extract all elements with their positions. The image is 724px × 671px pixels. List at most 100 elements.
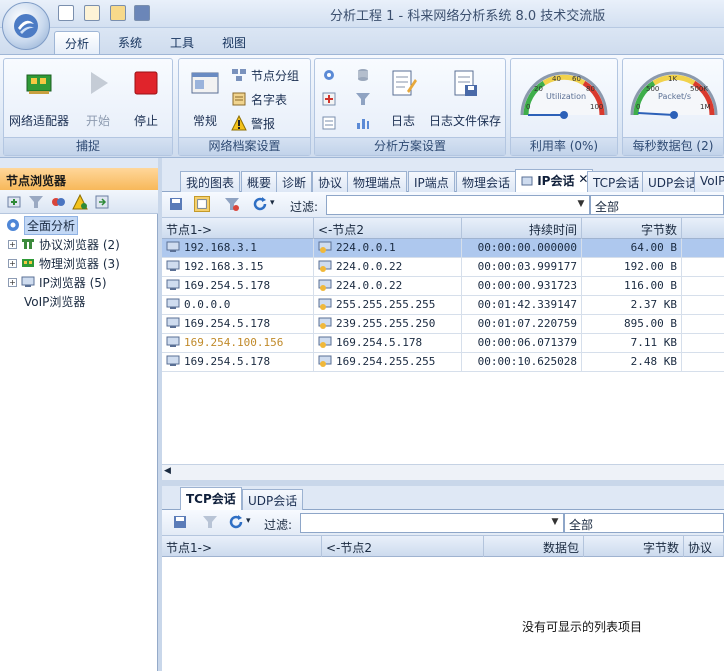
column-header-node2[interactable]: <-节点2 bbox=[322, 536, 484, 557]
column-header-node1[interactable]: 节点1-> bbox=[162, 536, 322, 557]
table-row[interactable]: 0.0.0.0 255.255.255.255 00:01:42.339147 2.3… bbox=[162, 296, 724, 315]
tab-ip-session[interactable]: IP会话 ✕ bbox=[515, 169, 594, 193]
save-view-icon[interactable] bbox=[168, 196, 184, 212]
lower-filter-input[interactable] bbox=[300, 513, 564, 533]
log-save-button[interactable]: 日志文件保存 bbox=[425, 63, 505, 129]
app-menu-button[interactable] bbox=[2, 2, 50, 50]
start-capture-button[interactable]: 开始 bbox=[76, 63, 120, 129]
tab-ip-endpoint[interactable]: IP端点 bbox=[408, 171, 455, 192]
chart-settings-icon[interactable] bbox=[355, 115, 371, 131]
multicast-icon bbox=[318, 298, 332, 310]
log-button[interactable]: 日志 bbox=[385, 63, 421, 129]
tree-item-ip-browser[interactable]: + IP浏览器 (5) bbox=[8, 273, 107, 291]
alert-node-icon[interactable] bbox=[72, 194, 88, 210]
new-file-icon[interactable] bbox=[58, 5, 74, 21]
table-row[interactable]: 169.254.5.178 169.254.255.255 00:00:10.625… bbox=[162, 353, 724, 372]
tab-my-charts[interactable]: 我的图表 bbox=[180, 171, 241, 192]
host-icon bbox=[166, 241, 180, 252]
expand-icon[interactable]: + bbox=[8, 239, 17, 249]
filter-input[interactable] bbox=[326, 195, 590, 215]
name-table-button[interactable]: 名字表 bbox=[231, 89, 287, 109]
tree-item-protocol-browser[interactable]: + 协议浏览器 (2) bbox=[8, 235, 120, 253]
alarm-button[interactable]: 警报 bbox=[231, 113, 275, 133]
expand-icon[interactable]: + bbox=[8, 277, 17, 287]
network-adapter-button[interactable]: 网络适配器 bbox=[7, 63, 71, 129]
cell-node2: 224.0.0.1 bbox=[314, 239, 462, 258]
lower-filter-dropdown-icon[interactable]: ▼ bbox=[548, 513, 562, 533]
refresh-dropdown-icon[interactable]: ▾ bbox=[246, 516, 251, 526]
capture-group: 网络适配器 开始 停止 捕捉 bbox=[3, 58, 173, 156]
tab-physical-session[interactable]: 物理会话 bbox=[456, 171, 517, 192]
add-scheme-icon[interactable] bbox=[321, 91, 337, 107]
column-header-packets[interactable]: 数据包 bbox=[484, 536, 584, 557]
lower-scope-select[interactable]: 全部 bbox=[564, 513, 724, 533]
filter-dropdown-icon[interactable]: ▼ bbox=[574, 195, 588, 215]
scroll-left-icon[interactable]: ◀ bbox=[164, 466, 171, 476]
scope-select[interactable]: 全部 bbox=[590, 195, 724, 215]
tab-physical-endpoint[interactable]: 物理端点 bbox=[347, 171, 408, 192]
filter-settings-icon[interactable] bbox=[224, 196, 240, 212]
table-row[interactable]: 192.168.3.15 224.0.0.22 00:00:03.999177 192… bbox=[162, 258, 724, 277]
filter-settings-icon[interactable] bbox=[202, 514, 218, 530]
column-header-node1[interactable]: 节点1-> bbox=[162, 218, 314, 239]
host-icon bbox=[166, 298, 180, 309]
stop-capture-button[interactable]: 停止 bbox=[124, 63, 168, 129]
column-header-duration[interactable]: 持续时间 bbox=[462, 218, 582, 239]
packets-tick-0: 0 bbox=[636, 103, 640, 111]
warning-icon bbox=[231, 115, 247, 131]
refresh-dropdown-icon[interactable]: ▾ bbox=[270, 198, 275, 208]
column-header-protocol[interactable]: 协议 bbox=[684, 536, 724, 557]
scheme-list-icon[interactable] bbox=[321, 115, 337, 131]
table-row[interactable]: 192.168.3.1 224.0.0.1 00:00:00.000000 64.00… bbox=[162, 239, 724, 258]
tab-summary[interactable]: 概要 bbox=[241, 171, 278, 192]
tree-item-physical-browser[interactable]: + 物理浏览器 (3) bbox=[8, 254, 120, 272]
utilization-gauge-title: Utilization bbox=[546, 92, 586, 101]
column-header-bytes[interactable]: 字节数 bbox=[584, 536, 684, 557]
cell-node1: 169.254.5.178 bbox=[162, 277, 314, 296]
tab-diagnosis[interactable]: 诊断 bbox=[276, 171, 313, 192]
filter-node-icon[interactable] bbox=[28, 194, 44, 210]
lower-tab-bar: TCP会话 UDP会话 bbox=[162, 486, 724, 511]
display-options-icon[interactable] bbox=[194, 196, 210, 212]
node-group-button[interactable]: 节点分组 bbox=[231, 65, 299, 85]
lower-tab-tcp-session[interactable]: TCP会话 bbox=[180, 487, 242, 511]
save-view-icon[interactable] bbox=[172, 514, 188, 530]
table-row[interactable]: 169.254.5.178 239.255.255.250 00:01:07.220… bbox=[162, 315, 724, 334]
ip-browser-icon bbox=[21, 276, 35, 287]
normal-settings-button[interactable]: 常规 bbox=[183, 63, 227, 129]
open-file-icon[interactable] bbox=[84, 5, 100, 21]
refresh-icon[interactable] bbox=[228, 514, 244, 530]
tab-protocol[interactable]: 协议 bbox=[312, 171, 349, 192]
table-row[interactable]: 169.254.100.156 169.254.5.178 00:00:06.071… bbox=[162, 334, 724, 353]
window-title: 分析工程 1 - 科来网络分析系统 8.0 技术交流版 bbox=[330, 9, 606, 24]
lower-tab-udp-session[interactable]: UDP会话 bbox=[242, 489, 304, 510]
column-header-bytes[interactable]: 字节数 bbox=[582, 218, 682, 239]
tree-item-voip-browser[interactable]: VoIP浏览器 bbox=[24, 292, 85, 310]
open-folder-icon[interactable] bbox=[110, 5, 126, 21]
utilization-tick-60: 60 bbox=[572, 75, 581, 83]
host-icon bbox=[166, 355, 180, 366]
ribbon-tab-system[interactable]: 系统 bbox=[108, 31, 152, 54]
ribbon-tab-analysis[interactable]: 分析 bbox=[54, 31, 101, 54]
refresh-icon[interactable] bbox=[252, 196, 268, 212]
save-icon[interactable] bbox=[134, 5, 150, 21]
tab-tcp-session[interactable]: TCP会话 bbox=[587, 171, 646, 192]
export-node-icon[interactable] bbox=[94, 194, 110, 210]
filter-icon[interactable] bbox=[355, 91, 371, 107]
column-header-node2[interactable]: <-节点2 bbox=[314, 218, 462, 239]
scheme-tools-icon[interactable] bbox=[321, 67, 337, 83]
horizontal-scrollbar[interactable]: ◀ bbox=[162, 464, 724, 480]
empty-list-message: 没有可显示的列表项目 bbox=[522, 620, 643, 634]
group-node-icon[interactable] bbox=[50, 194, 66, 210]
host-icon bbox=[166, 336, 180, 347]
cell-duration: 00:01:42.339147 bbox=[462, 296, 582, 315]
table-row[interactable]: 169.254.5.178 224.0.0.22 00:00:00.931723 11… bbox=[162, 277, 724, 296]
expand-icon[interactable]: + bbox=[8, 258, 17, 268]
log-icon bbox=[392, 70, 417, 96]
database-icon[interactable] bbox=[355, 67, 371, 83]
ribbon-tab-view[interactable]: 视图 bbox=[212, 31, 256, 54]
tab-voip[interactable]: VoIP bbox=[694, 171, 724, 192]
tree-item-overall-analysis[interactable]: 全面分析 bbox=[6, 215, 79, 235]
add-node-icon[interactable] bbox=[6, 194, 22, 210]
ribbon-tab-tools[interactable]: 工具 bbox=[160, 31, 204, 54]
